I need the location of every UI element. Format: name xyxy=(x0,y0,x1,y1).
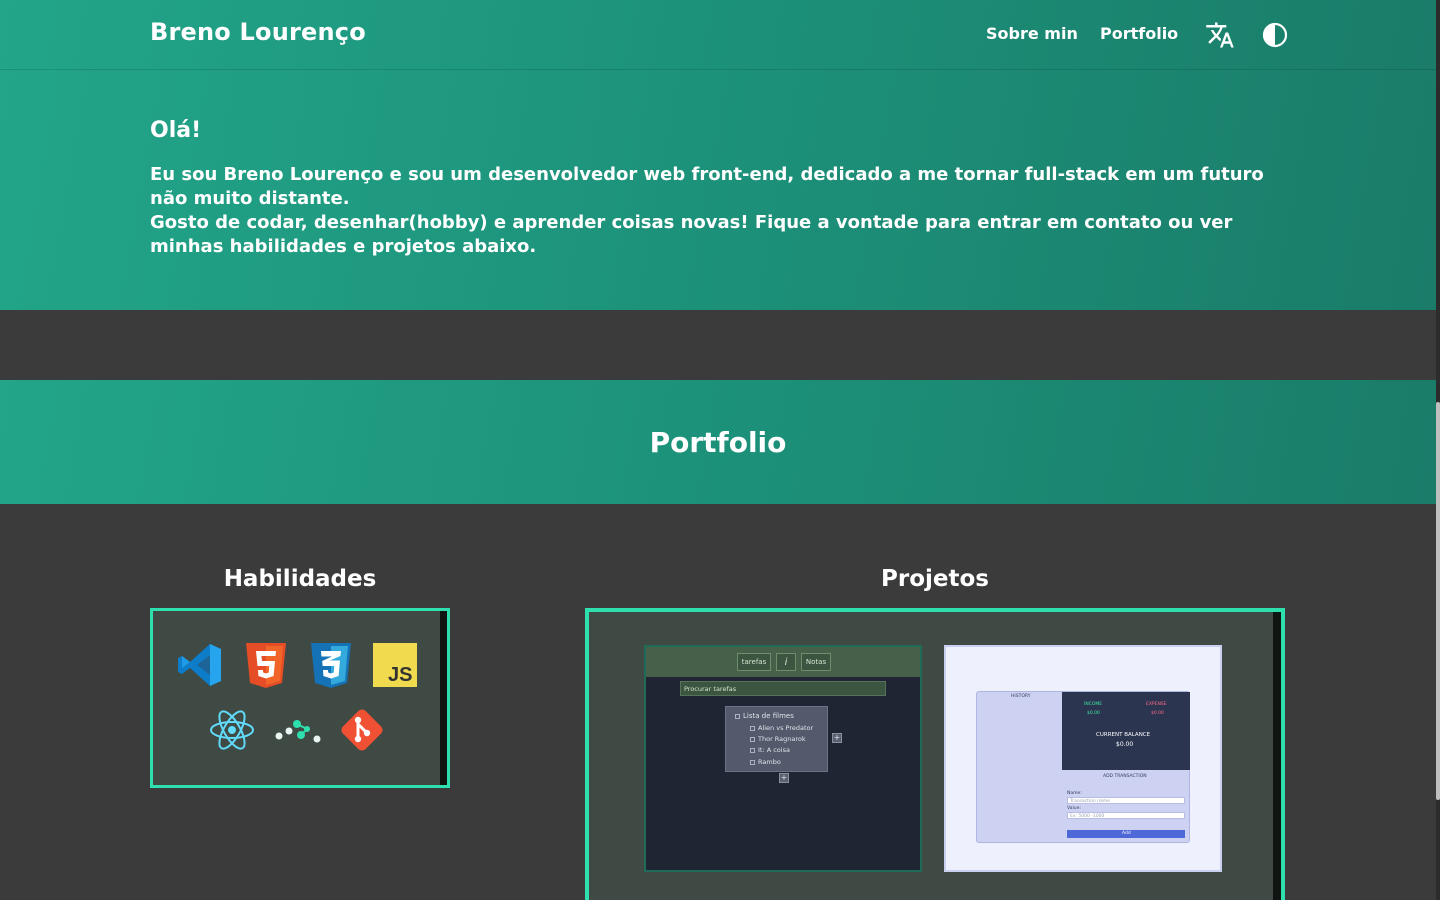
thumb-balance-label: CURRENT BALANCE xyxy=(1096,732,1151,738)
thumb-expense-value: $0.00 xyxy=(1151,711,1164,716)
skills-card xyxy=(150,608,450,788)
thumb-add-button: Add xyxy=(1067,830,1185,838)
nav-link-portfolio[interactable]: Portfolio xyxy=(1100,24,1178,43)
vscode-icon xyxy=(176,641,224,689)
portfolio-title: Portfolio xyxy=(649,425,787,459)
portfolio-banner: Portfolio xyxy=(0,380,1436,504)
skills-heading: Habilidades xyxy=(223,566,377,592)
thumb-balance-value: $0.00 xyxy=(1116,741,1134,748)
project-thumbnail-tasks[interactable]: tarefas i Notas Procurar tarefas Lista d… xyxy=(644,645,922,872)
git-icon xyxy=(338,706,386,754)
html5-icon xyxy=(242,641,290,689)
thumb-list-title: Lista de filmes xyxy=(743,712,794,720)
react-icon xyxy=(208,706,256,754)
thumb-name-input: Transaction name xyxy=(1067,797,1185,804)
css3-icon xyxy=(307,641,355,689)
greeting-heading: Olá! xyxy=(150,118,202,143)
thumb-balance-panel: INCOME $0.00 EXPENSE $0.00 CURRENT BALAN… xyxy=(1062,692,1190,770)
thumb-list-item: Alien vs Predator xyxy=(750,724,813,732)
thumb-plus-icon: + xyxy=(832,733,842,743)
intro-text: Eu sou Breno Lourenço e sou um desenvolv… xyxy=(150,163,1285,259)
thumb-list-item: Thor Ragnarok xyxy=(750,735,806,743)
intro-section: Olá! Eu sou Breno Lourenço e sou um dese… xyxy=(0,70,1436,310)
thumb-income-value: $0.00 xyxy=(1087,711,1100,716)
thumb-history-label: HISTORY xyxy=(1011,694,1031,699)
thumb-expense-label: EXPENSE xyxy=(1146,702,1167,707)
intro-line-2: Gosto de codar, desenhar(hobby) e aprend… xyxy=(150,212,1233,257)
intro-line-1: Eu sou Breno Lourenço e sou um desenvolv… xyxy=(150,164,1264,209)
thumb-tab-notes: Notas xyxy=(801,653,831,671)
thumb-value-label: Value: xyxy=(1067,806,1081,811)
brand-name[interactable]: Breno Lourenço xyxy=(150,18,366,46)
dots-logo-icon xyxy=(273,706,321,754)
project-thumbnail-expense-tracker[interactable]: HISTORY INCOME $0.00 EXPENSE $0.00 CURRE… xyxy=(944,645,1222,872)
thumb-list-title-row: Lista de filmes xyxy=(735,712,794,720)
thumb-app-frame: HISTORY INCOME $0.00 EXPENSE $0.00 CURRE… xyxy=(976,691,1190,843)
thumb-search: Procurar tarefas xyxy=(680,681,886,696)
svg-text:JS: JS xyxy=(388,664,412,686)
thumb-add-title: ADD TRANSACTION xyxy=(1103,774,1147,779)
thumb-list: Lista de filmes Alien vs Predator Thor R… xyxy=(725,706,828,772)
thumb-value-input: Ex: 5000 -1000 xyxy=(1067,812,1185,819)
thumb-tab-info: i xyxy=(776,653,796,671)
thumb-plus-icon: + xyxy=(779,773,789,783)
thumb-name-label: Name: xyxy=(1067,791,1082,796)
thumb-list-item: Rambo xyxy=(750,758,781,766)
translate-icon[interactable] xyxy=(1205,20,1235,50)
scrollbar-thumb[interactable] xyxy=(1436,402,1440,800)
thumb-list-item: It: A coisa xyxy=(750,746,790,754)
top-navbar: Breno Lourenço Sobre min Portfolio xyxy=(0,0,1436,70)
projects-heading: Projetos xyxy=(881,566,989,592)
nav-link-about[interactable]: Sobre min xyxy=(986,24,1078,43)
thumb-tab-tasks: tarefas xyxy=(737,653,771,671)
thumb-income-label: INCOME xyxy=(1084,702,1103,707)
contrast-icon[interactable] xyxy=(1261,21,1289,49)
javascript-icon: JS xyxy=(373,643,417,687)
scrollbar-track[interactable] xyxy=(1436,0,1440,900)
